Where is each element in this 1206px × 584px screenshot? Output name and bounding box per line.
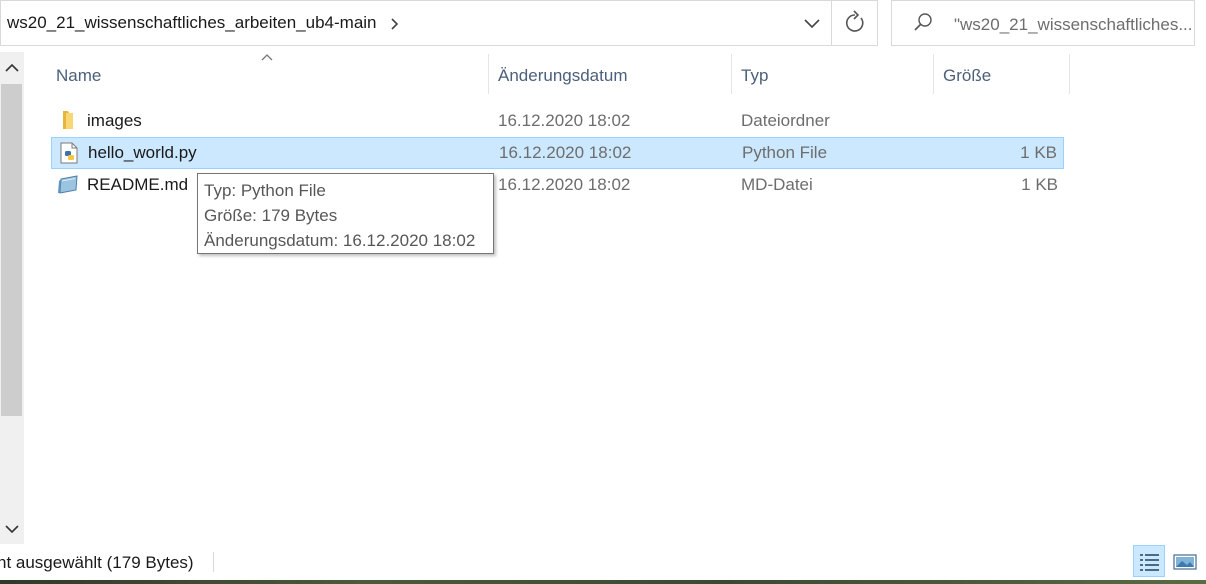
- markdown-file-icon: [58, 175, 78, 194]
- column-header-type[interactable]: Typ: [733, 54, 933, 94]
- file-size: 1 KB: [1021, 175, 1058, 194]
- address-path[interactable]: ws20_21_wissenschaftliches_arbeiten_ub4-…: [7, 13, 377, 33]
- file-type: Dateiordner: [741, 111, 830, 130]
- scrollbar-thumb[interactable]: [1, 84, 22, 416]
- search-box[interactable]: "ws20_21_wissenschaftliches...: [891, 0, 1195, 46]
- file-explorer-window: ws20_21_wissenschaftliches_arbeiten_ub4-…: [0, 0, 1206, 584]
- address-bar[interactable]: ws20_21_wissenschaftliches_arbeiten_ub4-…: [0, 0, 878, 46]
- column-divider[interactable]: [1069, 54, 1070, 94]
- status-bar: nt ausgewählt (179 Bytes): [0, 544, 1206, 580]
- desktop-background-strip: [0, 580, 1206, 584]
- tooltip-type: Typ: Python File: [204, 181, 326, 200]
- file-type: MD-Datei: [741, 175, 813, 194]
- file-info-tooltip: Typ: Python File Größe: 179 Bytes Änderu…: [197, 173, 494, 254]
- column-divider[interactable]: [488, 54, 489, 94]
- file-name: hello_world.py: [88, 143, 197, 162]
- file-row-images[interactable]: images 16.12.2020 18:02 Dateiordner: [51, 105, 1064, 137]
- python-file-icon: [60, 142, 78, 164]
- file-date: 16.12.2020 18:02: [499, 143, 632, 162]
- status-divider: [213, 552, 214, 572]
- refresh-icon[interactable]: [832, 1, 878, 45]
- file-name: images: [87, 111, 142, 130]
- tooltip-size: Größe: 179 Bytes: [204, 206, 338, 225]
- chevron-right-icon[interactable]: [387, 15, 403, 33]
- column-divider[interactable]: [731, 54, 732, 94]
- scroll-down-arrow-icon[interactable]: [0, 514, 24, 544]
- scroll-up-arrow-icon[interactable]: [0, 52, 24, 84]
- file-size: 1 KB: [1020, 143, 1057, 162]
- details-view-icon: [1140, 554, 1159, 571]
- file-date: 16.12.2020 18:02: [498, 111, 631, 130]
- file-row-hello-world[interactable]: hello_world.py 16.12.2020 18:02 Python F…: [51, 137, 1064, 169]
- details-view-button[interactable]: [1133, 545, 1165, 577]
- column-divider[interactable]: [933, 54, 934, 94]
- tooltip-date: Änderungsdatum: 16.12.2020 18:02: [204, 231, 476, 250]
- vertical-scrollbar[interactable]: [0, 52, 24, 544]
- column-header-date[interactable]: Änderungsdatum: [490, 54, 731, 94]
- folder-icon: [63, 111, 73, 129]
- column-header-size[interactable]: Größe: [935, 54, 1069, 94]
- chevron-down-icon[interactable]: [793, 1, 831, 45]
- column-header-name[interactable]: Name: [48, 54, 488, 94]
- search-icon: [914, 13, 932, 31]
- large-icons-view-button[interactable]: [1170, 545, 1202, 577]
- file-name: README.md: [87, 175, 189, 194]
- file-type: Python File: [742, 143, 828, 162]
- large-icons-view-icon: [1173, 554, 1197, 570]
- file-date: 16.12.2020 18:02: [498, 175, 631, 194]
- selection-status: nt ausgewählt (179 Bytes): [0, 553, 194, 572]
- search-input[interactable]: "ws20_21_wissenschaftliches...: [954, 15, 1193, 35]
